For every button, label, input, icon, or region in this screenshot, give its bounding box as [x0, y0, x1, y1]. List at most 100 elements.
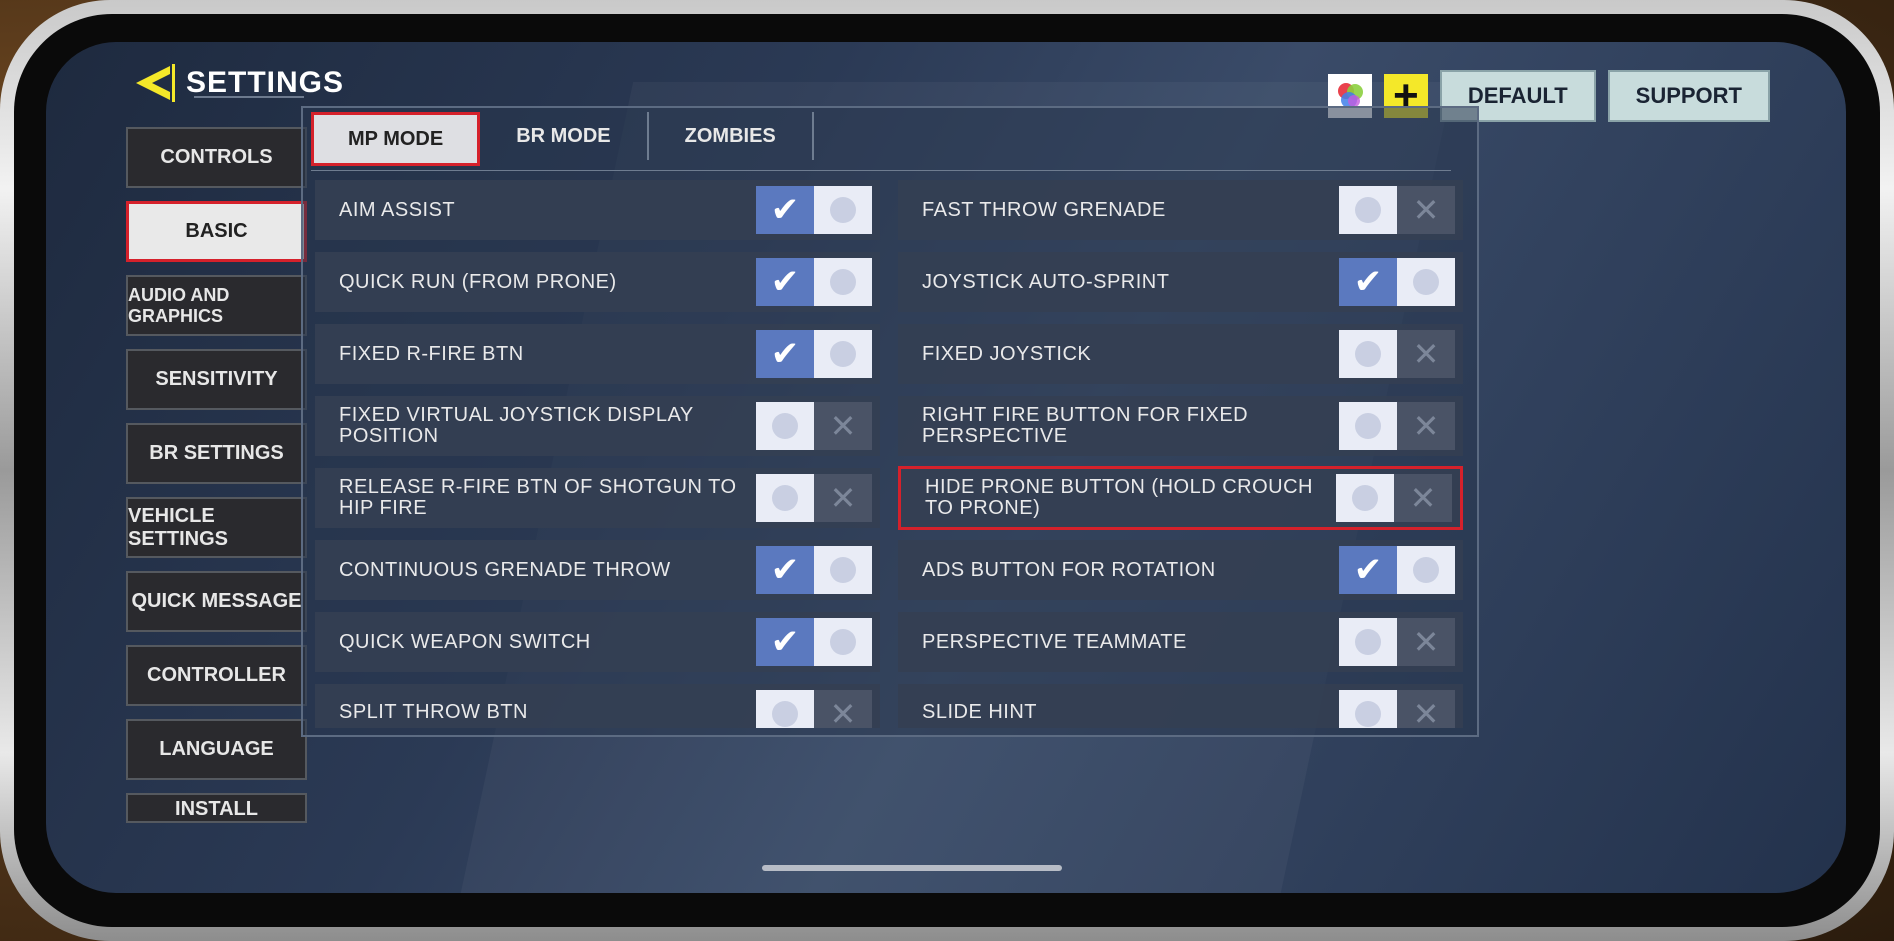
sidebar-item-language[interactable]: LANGUAGE — [126, 719, 307, 780]
sidebar-item-controls[interactable]: CONTROLS — [126, 127, 307, 188]
setting-row: RIGHT FIRE BUTTON FOR FIXED PERSPECTIVE … — [898, 396, 1463, 456]
sidebar-item-quick-message[interactable]: QUICK MESSAGE — [126, 571, 307, 632]
setting-row: FIXED JOYSTICK ✕ — [898, 324, 1463, 384]
toggle-knob — [830, 269, 856, 295]
setting-row: PERSPECTIVE TEAMMATE ✕ — [898, 612, 1463, 672]
setting-label: SPLIT THROW BTN — [339, 700, 529, 723]
close-icon: ✕ — [1397, 618, 1455, 666]
tab-mp-mode[interactable]: MP MODE — [311, 112, 481, 166]
toggle-knob — [1355, 197, 1381, 223]
setting-label: ADS BUTTON FOR ROTATION — [922, 558, 1216, 581]
toggle-knob — [1355, 629, 1381, 655]
scrollbar[interactable] — [762, 865, 1062, 871]
setting-row: FIXED R-FIRE BTN ✔ — [315, 324, 880, 384]
sidebar: CONTROLS BASIC AUDIO AND GRAPHICS SENSIT… — [126, 127, 311, 836]
check-icon: ✔ — [756, 186, 814, 234]
close-icon: ✕ — [1397, 330, 1455, 378]
setting-label: FIXED R-FIRE BTN — [339, 342, 524, 365]
settings-header: SETTINGS — [130, 60, 344, 106]
setting-row: CONTINUOUS GRENADE THROW ✔ — [315, 540, 880, 600]
toggle-knob — [830, 629, 856, 655]
check-icon: ✔ — [1339, 258, 1397, 306]
setting-row: SLIDE HINT ✕ — [898, 684, 1463, 728]
mode-tabs: MP MODE BR MODE ZOMBIES — [311, 112, 814, 166]
continuous-grenade-toggle[interactable]: ✔ — [756, 546, 872, 594]
title-underline — [194, 96, 304, 98]
hide-prone-button-toggle[interactable]: ✕ — [1336, 474, 1452, 522]
close-icon: ✕ — [1397, 186, 1455, 234]
right-fire-fixed-perspective-toggle[interactable]: ✕ — [1339, 402, 1455, 450]
tab-divider — [311, 170, 1451, 171]
toggle-knob — [830, 197, 856, 223]
setting-label: HIDE PRONE BUTTON (HOLD CROUCH TO PRONE) — [925, 476, 1313, 519]
toggle-knob — [1352, 485, 1378, 511]
fixed-joystick-toggle[interactable]: ✕ — [1339, 330, 1455, 378]
check-icon: ✔ — [1339, 546, 1397, 594]
setting-row: FAST THROW GRENADE ✕ — [898, 180, 1463, 240]
sidebar-item-audio-graphics[interactable]: AUDIO AND GRAPHICS — [126, 275, 307, 336]
setting-row: ADS BUTTON FOR ROTATION ✔ — [898, 540, 1463, 600]
settings-panel: MP MODE BR MODE ZOMBIES AIM ASSIST ✔ QUI… — [301, 106, 1479, 737]
setting-label: FAST THROW GRENADE — [922, 198, 1166, 221]
tab-br-mode[interactable]: BR MODE — [480, 112, 649, 160]
toggle-knob — [1355, 701, 1381, 727]
close-icon: ✕ — [814, 690, 872, 728]
setting-row: AIM ASSIST ✔ — [315, 180, 880, 240]
sidebar-item-basic[interactable]: BASIC — [126, 201, 307, 262]
toggle-knob — [772, 701, 798, 727]
close-icon: ✕ — [1394, 474, 1452, 522]
sidebar-item-controller[interactable]: CONTROLLER — [126, 645, 307, 706]
setting-label: SLIDE HINT — [922, 700, 1038, 723]
setting-row: QUICK RUN (FROM PRONE) ✔ — [315, 252, 880, 312]
setting-label: QUICK RUN (FROM PRONE) — [339, 270, 617, 293]
setting-row: RELEASE R-FIRE BTN OF SHOTGUN TO HIP FIR… — [315, 468, 880, 528]
quick-run-toggle[interactable]: ✔ — [756, 258, 872, 306]
ads-button-rotation-toggle[interactable]: ✔ — [1339, 546, 1455, 594]
tab-zombies[interactable]: ZOMBIES — [649, 112, 814, 160]
fixed-virtual-joystick-toggle[interactable]: ✕ — [756, 402, 872, 450]
split-throw-toggle[interactable]: ✕ — [756, 690, 872, 728]
setting-label: FIXED JOYSTICK — [922, 342, 1092, 365]
setting-row: FIXED VIRTUAL JOYSTICK DISPLAY POSITION … — [315, 396, 880, 456]
quick-weapon-switch-toggle[interactable]: ✔ — [756, 618, 872, 666]
check-icon: ✔ — [756, 330, 814, 378]
sidebar-item-sensitivity[interactable]: SENSITIVITY — [126, 349, 307, 410]
game-screen: SETTINGS + DEFAULT SUPPORT CONTROLS BASI… — [46, 42, 1846, 893]
close-icon: ✕ — [814, 402, 872, 450]
toggle-knob — [772, 485, 798, 511]
setting-label: AIM ASSIST — [339, 198, 456, 221]
setting-label: PERSPECTIVE TEAMMATE — [922, 630, 1187, 653]
setting-label: CONTINUOUS GRENADE THROW — [339, 558, 671, 581]
setting-label: RIGHT FIRE BUTTON FOR FIXED PERSPECTIVE — [922, 404, 1249, 447]
sidebar-item-br-settings[interactable]: BR SETTINGS — [126, 423, 307, 484]
support-button[interactable]: SUPPORT — [1607, 70, 1770, 122]
setting-row: SPLIT THROW BTN ✕ — [315, 684, 880, 728]
joystick-auto-sprint-toggle[interactable]: ✔ — [1339, 258, 1455, 306]
close-icon: ✕ — [1397, 690, 1455, 728]
check-icon: ✔ — [756, 546, 814, 594]
setting-label: QUICK WEAPON SWITCH — [339, 630, 591, 653]
sidebar-item-install[interactable]: INSTALL — [126, 793, 307, 823]
sidebar-item-vehicle-settings[interactable]: VEHICLE SETTINGS — [126, 497, 307, 558]
toggle-knob — [772, 413, 798, 439]
setting-row-highlighted: HIDE PRONE BUTTON (HOLD CROUCH TO PRONE)… — [898, 466, 1463, 530]
fixed-r-fire-toggle[interactable]: ✔ — [756, 330, 872, 378]
setting-row: JOYSTICK AUTO-SPRINT ✔ — [898, 252, 1463, 312]
toggle-knob — [830, 341, 856, 367]
slide-hint-toggle[interactable]: ✕ — [1339, 690, 1455, 728]
back-arrow-icon[interactable] — [130, 60, 176, 106]
fast-throw-grenade-toggle[interactable]: ✕ — [1339, 186, 1455, 234]
setting-label: JOYSTICK AUTO-SPRINT — [922, 270, 1170, 293]
setting-label: FIXED VIRTUAL JOYSTICK DISPLAY POSITION — [339, 404, 694, 447]
toggle-knob — [830, 557, 856, 583]
toggle-knob — [1355, 413, 1381, 439]
aim-assist-toggle[interactable]: ✔ — [756, 186, 872, 234]
perspective-teammate-toggle[interactable]: ✕ — [1339, 618, 1455, 666]
check-icon: ✔ — [756, 258, 814, 306]
setting-row: QUICK WEAPON SWITCH ✔ — [315, 612, 880, 672]
toggle-knob — [1413, 269, 1439, 295]
page-title: SETTINGS — [186, 66, 345, 99]
release-r-fire-shotgun-toggle[interactable]: ✕ — [756, 474, 872, 522]
close-icon: ✕ — [814, 474, 872, 522]
toggle-knob — [1413, 557, 1439, 583]
